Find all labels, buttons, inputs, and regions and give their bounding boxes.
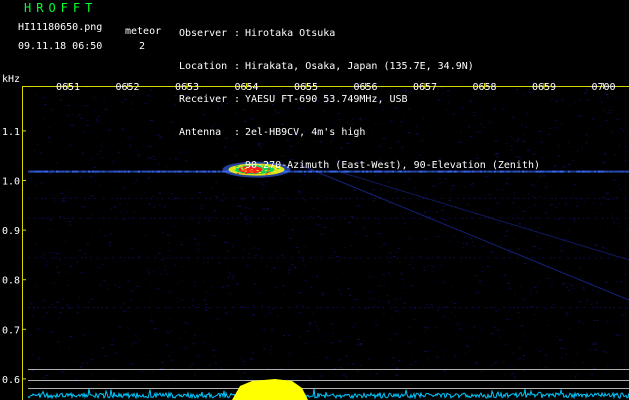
x-tick-label: 0656 <box>353 82 377 93</box>
info-location: Location: Hirakata, Osaka, Japan (135.7E,… <box>179 61 474 72</box>
y-tick-label: 1.1 <box>2 127 20 138</box>
info-receiver: Receiver: YAESU FT-690 53.749MHz, USB <box>179 94 408 105</box>
app-title: HROFFT <box>24 1 98 15</box>
y-tick-label: 0.7 <box>2 325 20 336</box>
x-tick-label: 0700 <box>591 82 615 93</box>
x-tick-label: 0652 <box>115 82 139 93</box>
hrofft-screen: 0651 0652 0653 0654 0655 0656 0657 0658 0659 0700… <box>0 0 629 400</box>
info-antenna: Antenna:2el-HB9CV, 4m's high <box>179 127 366 138</box>
station-info: Observer: Hirotaka Otsuka Location: Hiraka… <box>179 6 541 193</box>
level-peak <box>232 379 308 400</box>
file-name: HI11180650.png <box>18 22 103 33</box>
streak-line <box>339 171 629 261</box>
spectrogram: 0651 0652 0653 0654 0655 0656 0657 0658 0659 0700… <box>2 82 629 400</box>
x-tick-label: 0655 <box>294 82 318 93</box>
interference-streaks <box>299 164 629 301</box>
y-tick-label: 0.6 <box>2 375 20 386</box>
y-tick-label: 0.9 <box>2 226 20 237</box>
timestamp: 09.11.18 06:50 <box>18 41 103 52</box>
x-tick-label: 0658 <box>472 82 496 93</box>
info-observer: Observer: Hirotaka Otsuka <box>179 28 336 39</box>
info-antenna-pattern: 90-270-Azimuth (East-West), 90-Elevation… <box>245 160 541 171</box>
level-trace <box>27 388 629 400</box>
x-tick-label: 0654 <box>234 82 258 93</box>
x-tick-label: 0659 <box>532 82 556 93</box>
x-tick-label: 0651 <box>56 82 80 93</box>
y-tick-label: 0.8 <box>2 276 20 287</box>
signal-level-trace <box>27 369 629 400</box>
y-axis-unit: kHz <box>2 74 21 85</box>
x-tick-label: 0657 <box>413 82 437 93</box>
y-tick-label: 1.0 <box>2 177 20 188</box>
streak-line <box>299 164 629 301</box>
meteor-label: meteor <box>125 26 162 37</box>
meteor-count: 2 <box>139 41 146 52</box>
